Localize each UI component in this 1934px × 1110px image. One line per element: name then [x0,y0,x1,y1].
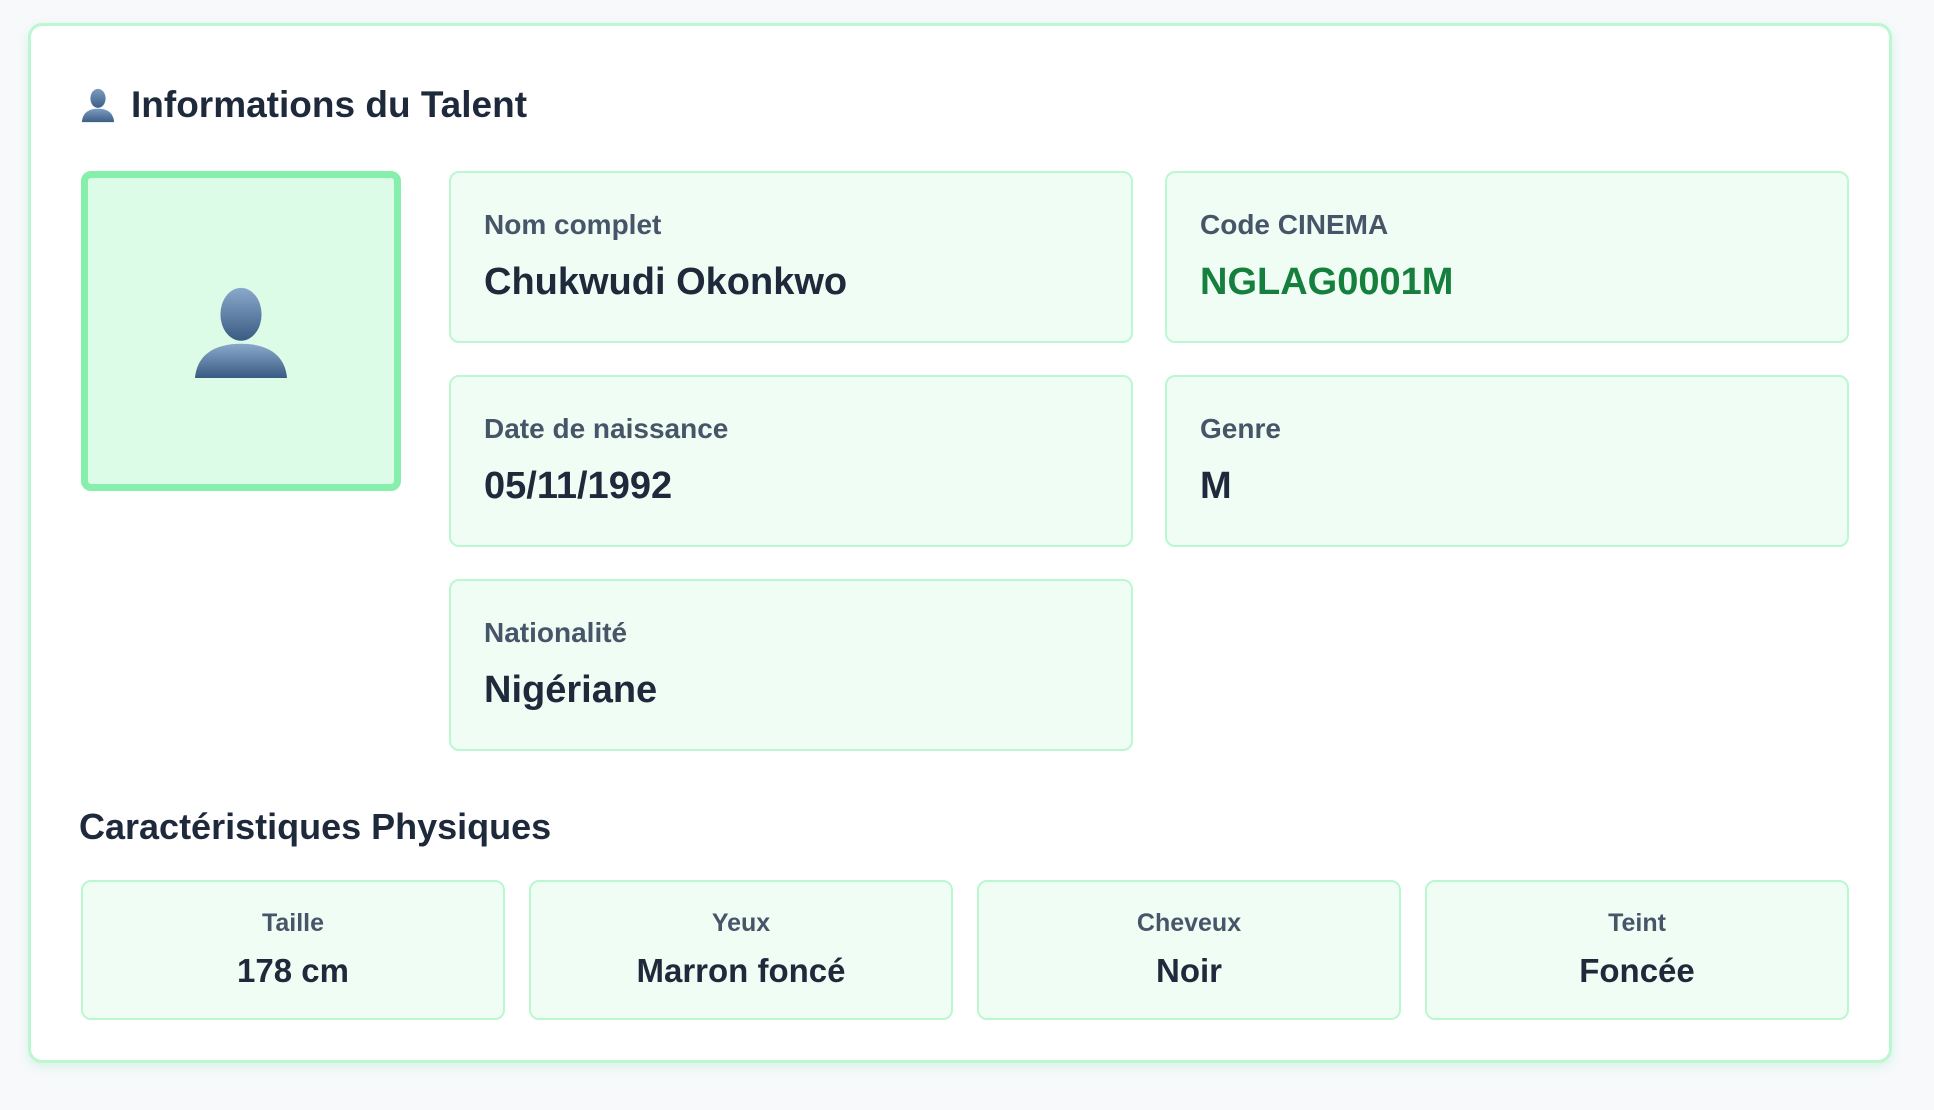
attr-label: Cheveux [1136,909,1242,937]
attr-label: Taille [261,909,325,937]
field-value: 05/11/1992 [484,465,673,507]
field-value: Nigériane [484,669,658,711]
section-title: Informations du Talent [79,84,527,126]
physical-attr-hair: Cheveux Noir [977,880,1401,1020]
field-full-name: Nom complet Chukwudi Okonkwo [449,171,1133,343]
attr-value: Noir [1156,952,1222,989]
talent-photo-placeholder [81,171,401,491]
field-birth-date: Date de naissance 05/11/1992 [449,375,1133,547]
attr-label: Teint [1608,909,1666,937]
field-value: M [1200,465,1232,507]
physical-section-title: Caractéristiques Physiques [79,806,552,847]
attr-value: Marron foncé [636,952,846,989]
field-label: Nom complet [484,209,662,240]
physical-attr-eyes: Yeux Marron foncé [529,880,953,1020]
attr-value: Foncée [1579,952,1695,989]
talent-info-card: Informations du Talent Nom complet Chukw… [28,23,1892,1063]
section-title-text: Informations du Talent [131,84,528,125]
physical-attr-complexion: Teint Foncée [1425,880,1849,1020]
field-label: Date de naissance [484,413,729,444]
field-nationality: Nationalité Nigériane [449,579,1133,751]
field-label: Code CINEMA [1200,209,1389,240]
field-cinema-code: Code CINEMA NGLAG0001M [1165,171,1849,343]
person-silhouette-icon [194,287,288,379]
cinema-code-value: NGLAG0001M [1200,261,1454,303]
person-silhouette-icon [79,86,117,124]
physical-attr-height: Taille 178 cm [81,880,505,1020]
field-gender: Genre M [1165,375,1849,547]
field-label: Nationalité [484,617,628,648]
attr-value: 178 cm [237,952,349,989]
field-value: Chukwudi Okonkwo [484,261,848,303]
field-label: Genre [1200,413,1281,444]
attr-label: Yeux [711,909,771,937]
